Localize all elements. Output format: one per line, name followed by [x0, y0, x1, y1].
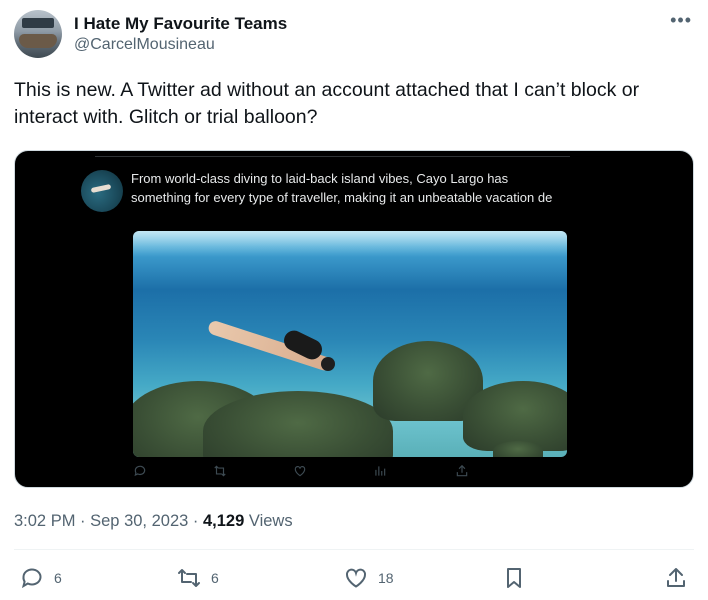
author-names: I Hate My Favourite Teams @CarcelMousine… [74, 14, 287, 55]
share-button[interactable] [664, 566, 688, 590]
tweet-media[interactable]: From world-class diving to laid-back isl… [14, 150, 694, 488]
like-count: 18 [378, 570, 394, 586]
meta-separator-2: · [188, 512, 203, 530]
retweet-icon [178, 569, 200, 587]
share-icon [667, 568, 685, 587]
like-icon [346, 568, 366, 588]
avatar-sign-shape [22, 18, 54, 28]
diver-head [321, 357, 335, 371]
retweet-count: 6 [211, 570, 219, 586]
ad-avatar-diver-shape [90, 183, 112, 194]
divider [14, 549, 694, 550]
water-surface [133, 231, 567, 257]
reply-count: 6 [54, 570, 62, 586]
author-handle[interactable]: @CarcelMousineau [74, 35, 287, 55]
more-horizontal-icon[interactable]: ••• [670, 10, 692, 31]
tweet-actions: 6 6 18 [14, 562, 694, 596]
tweet-meta: 3:02 PM · Sep 30, 2023 · 4,129 Views [14, 510, 293, 532]
retweet-button[interactable]: 6 [177, 566, 219, 590]
like-icon [293, 464, 307, 478]
reply-button[interactable]: 6 [20, 566, 62, 590]
ad-action-bar [133, 464, 475, 482]
ad-avatar [81, 170, 123, 212]
retweet-icon [213, 464, 227, 478]
tweet-time[interactable]: 3:02 PM [14, 512, 75, 530]
bookmark-icon [507, 568, 521, 588]
views-icon [373, 464, 387, 478]
tweet-date[interactable]: Sep 30, 2023 [90, 512, 188, 530]
share-icon [455, 464, 469, 478]
views-label: Views [248, 512, 293, 530]
tweet-header: I Hate My Favourite Teams @CarcelMousine… [14, 10, 694, 62]
avatar-boat-shape [19, 34, 57, 48]
reply-icon [21, 568, 42, 589]
reply-icon [133, 464, 147, 478]
tweet-text: This is new. A Twitter ad without an acc… [14, 79, 640, 128]
meta-separator: · [75, 512, 91, 530]
author-avatar[interactable] [14, 10, 62, 58]
ad-text: From world-class diving to laid-back isl… [131, 171, 553, 205]
like-button[interactable]: 18 [344, 566, 394, 590]
bookmark-button[interactable] [502, 566, 526, 590]
ad-image [133, 231, 567, 457]
reef-small [493, 441, 543, 457]
views-count[interactable]: 4,129 [203, 512, 244, 530]
embed-divider [95, 156, 570, 157]
author-display-name[interactable]: I Hate My Favourite Teams [74, 14, 287, 34]
